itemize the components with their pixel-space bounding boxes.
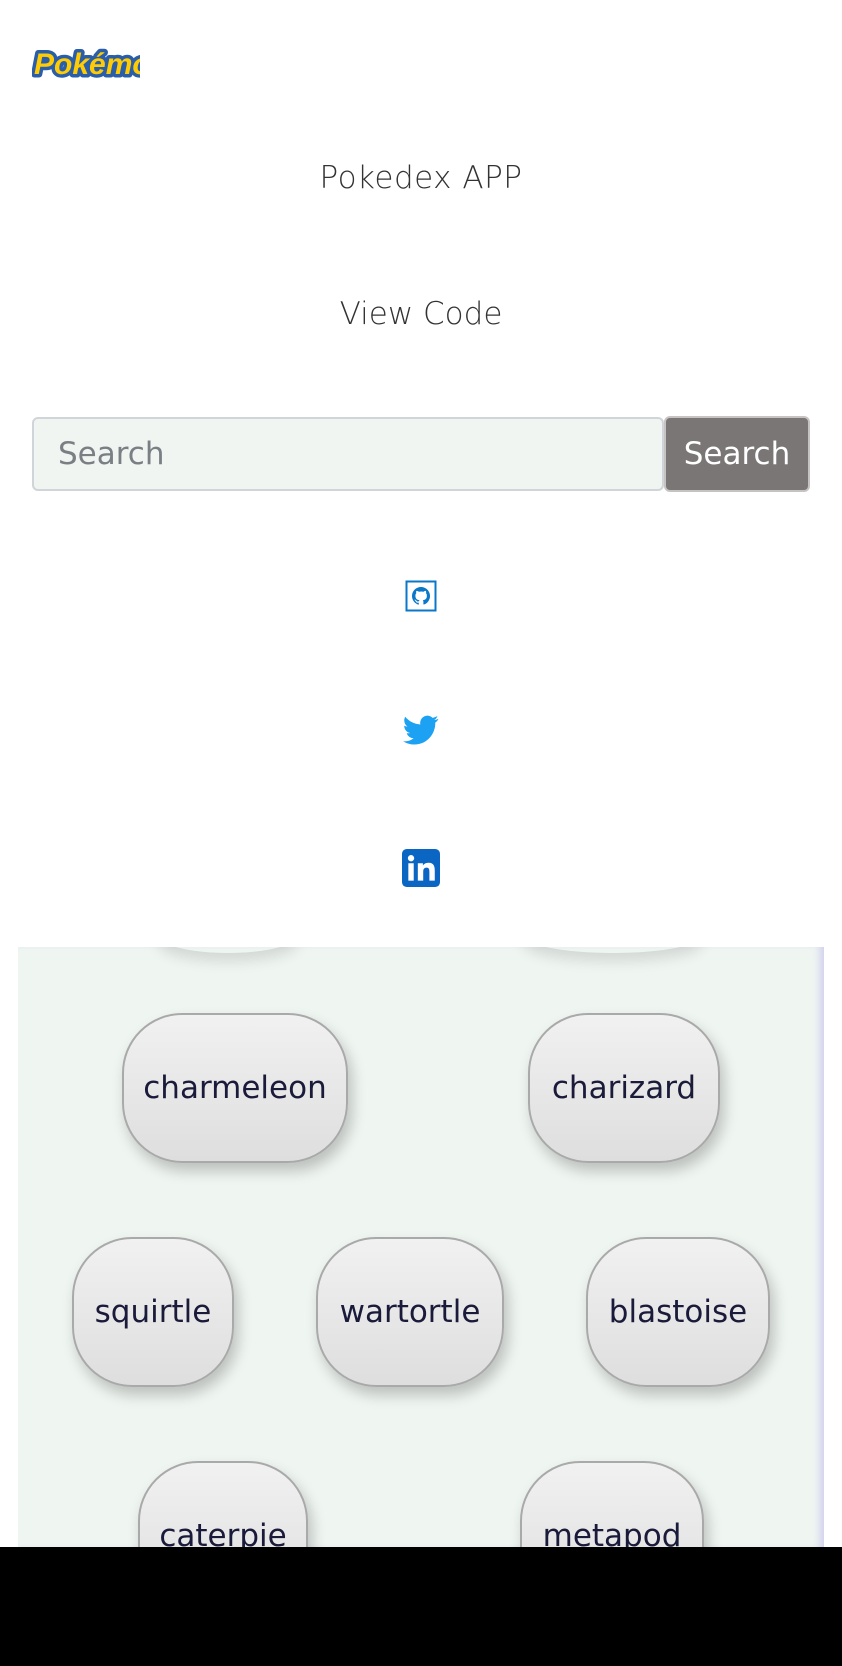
twitter-link-row [0, 712, 842, 752]
search-button[interactable]: Search [664, 416, 810, 492]
pokemon-card[interactable]: blastoise [586, 1237, 770, 1387]
github-link[interactable] [405, 580, 437, 616]
pokemon-card[interactable]: metapod [520, 1461, 704, 1547]
linkedin-link[interactable] [402, 849, 440, 891]
pokemon-card[interactable]: charizard [528, 1013, 720, 1163]
linkedin-icon [402, 849, 440, 887]
page-title: Pokedex APP [319, 160, 523, 196]
pokemon-card[interactable]: squirtle [72, 1237, 234, 1387]
github-link-row [0, 580, 842, 616]
view-code-link[interactable]: View Code [0, 296, 842, 332]
svg-text:Pokémon: Pokémon [34, 48, 140, 81]
github-icon [405, 580, 437, 612]
bottom-black-bar [0, 1547, 842, 1666]
search-input[interactable] [32, 417, 664, 491]
previous-row-shadow [158, 947, 298, 953]
pokemon-logo: Pokémon Pokémon [31, 40, 173, 85]
pokemon-card[interactable]: wartortle [316, 1237, 504, 1387]
pokemon-card[interactable]: charmeleon [122, 1013, 348, 1163]
previous-row-shadow [523, 947, 703, 953]
pokemon-list: charmeleon charizard squirtle wartortle … [18, 947, 824, 1547]
twitter-icon [403, 715, 439, 745]
twitter-link[interactable] [401, 712, 441, 752]
pokemon-card[interactable]: caterpie [138, 1461, 308, 1547]
linkedin-link-row [0, 849, 842, 891]
